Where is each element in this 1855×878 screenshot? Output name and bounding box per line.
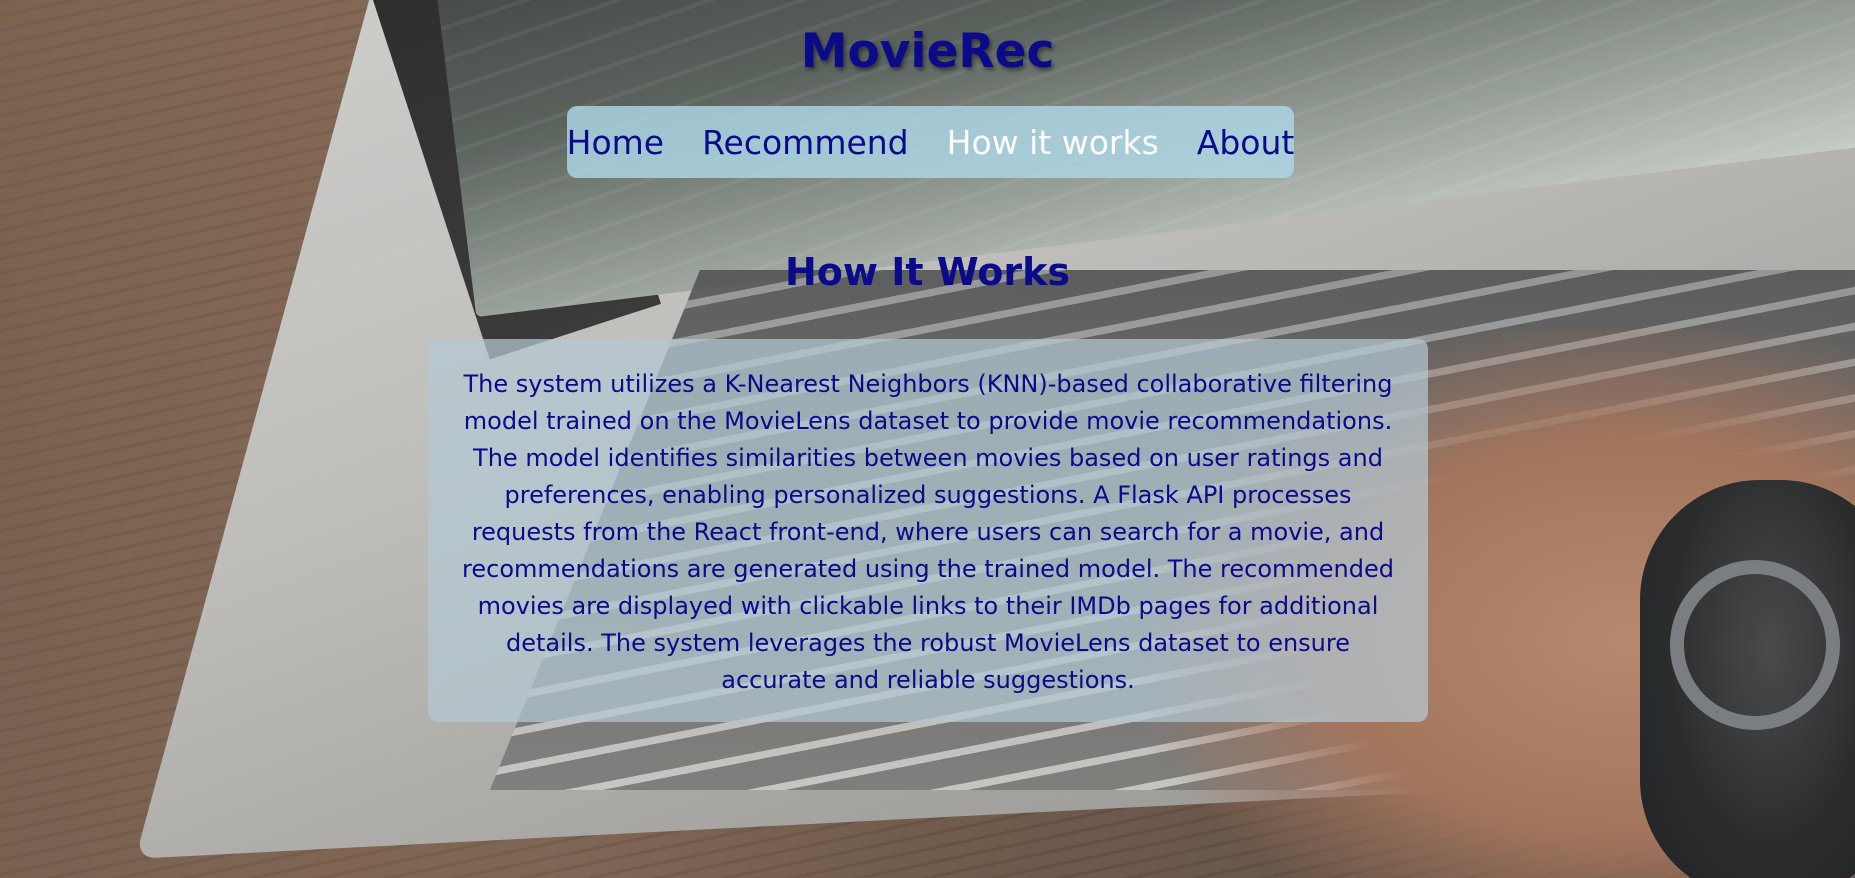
navbar: Home Recommend How it works About xyxy=(567,106,1294,178)
site-title: MovieRec xyxy=(800,24,1055,79)
page-content: MovieRec Home Recommend How it works Abo… xyxy=(0,0,1855,878)
nav-link-about[interactable]: About xyxy=(1197,123,1295,162)
nav-link-recommend[interactable]: Recommend xyxy=(702,123,909,162)
description-text: The system utilizes a K-Nearest Neighbor… xyxy=(462,370,1394,694)
description-card: The system utilizes a K-Nearest Neighbor… xyxy=(428,339,1428,722)
nav-link-how-it-works[interactable]: How it works xyxy=(947,123,1159,162)
page-heading: How It Works xyxy=(784,250,1071,294)
nav-link-home[interactable]: Home xyxy=(567,123,664,162)
